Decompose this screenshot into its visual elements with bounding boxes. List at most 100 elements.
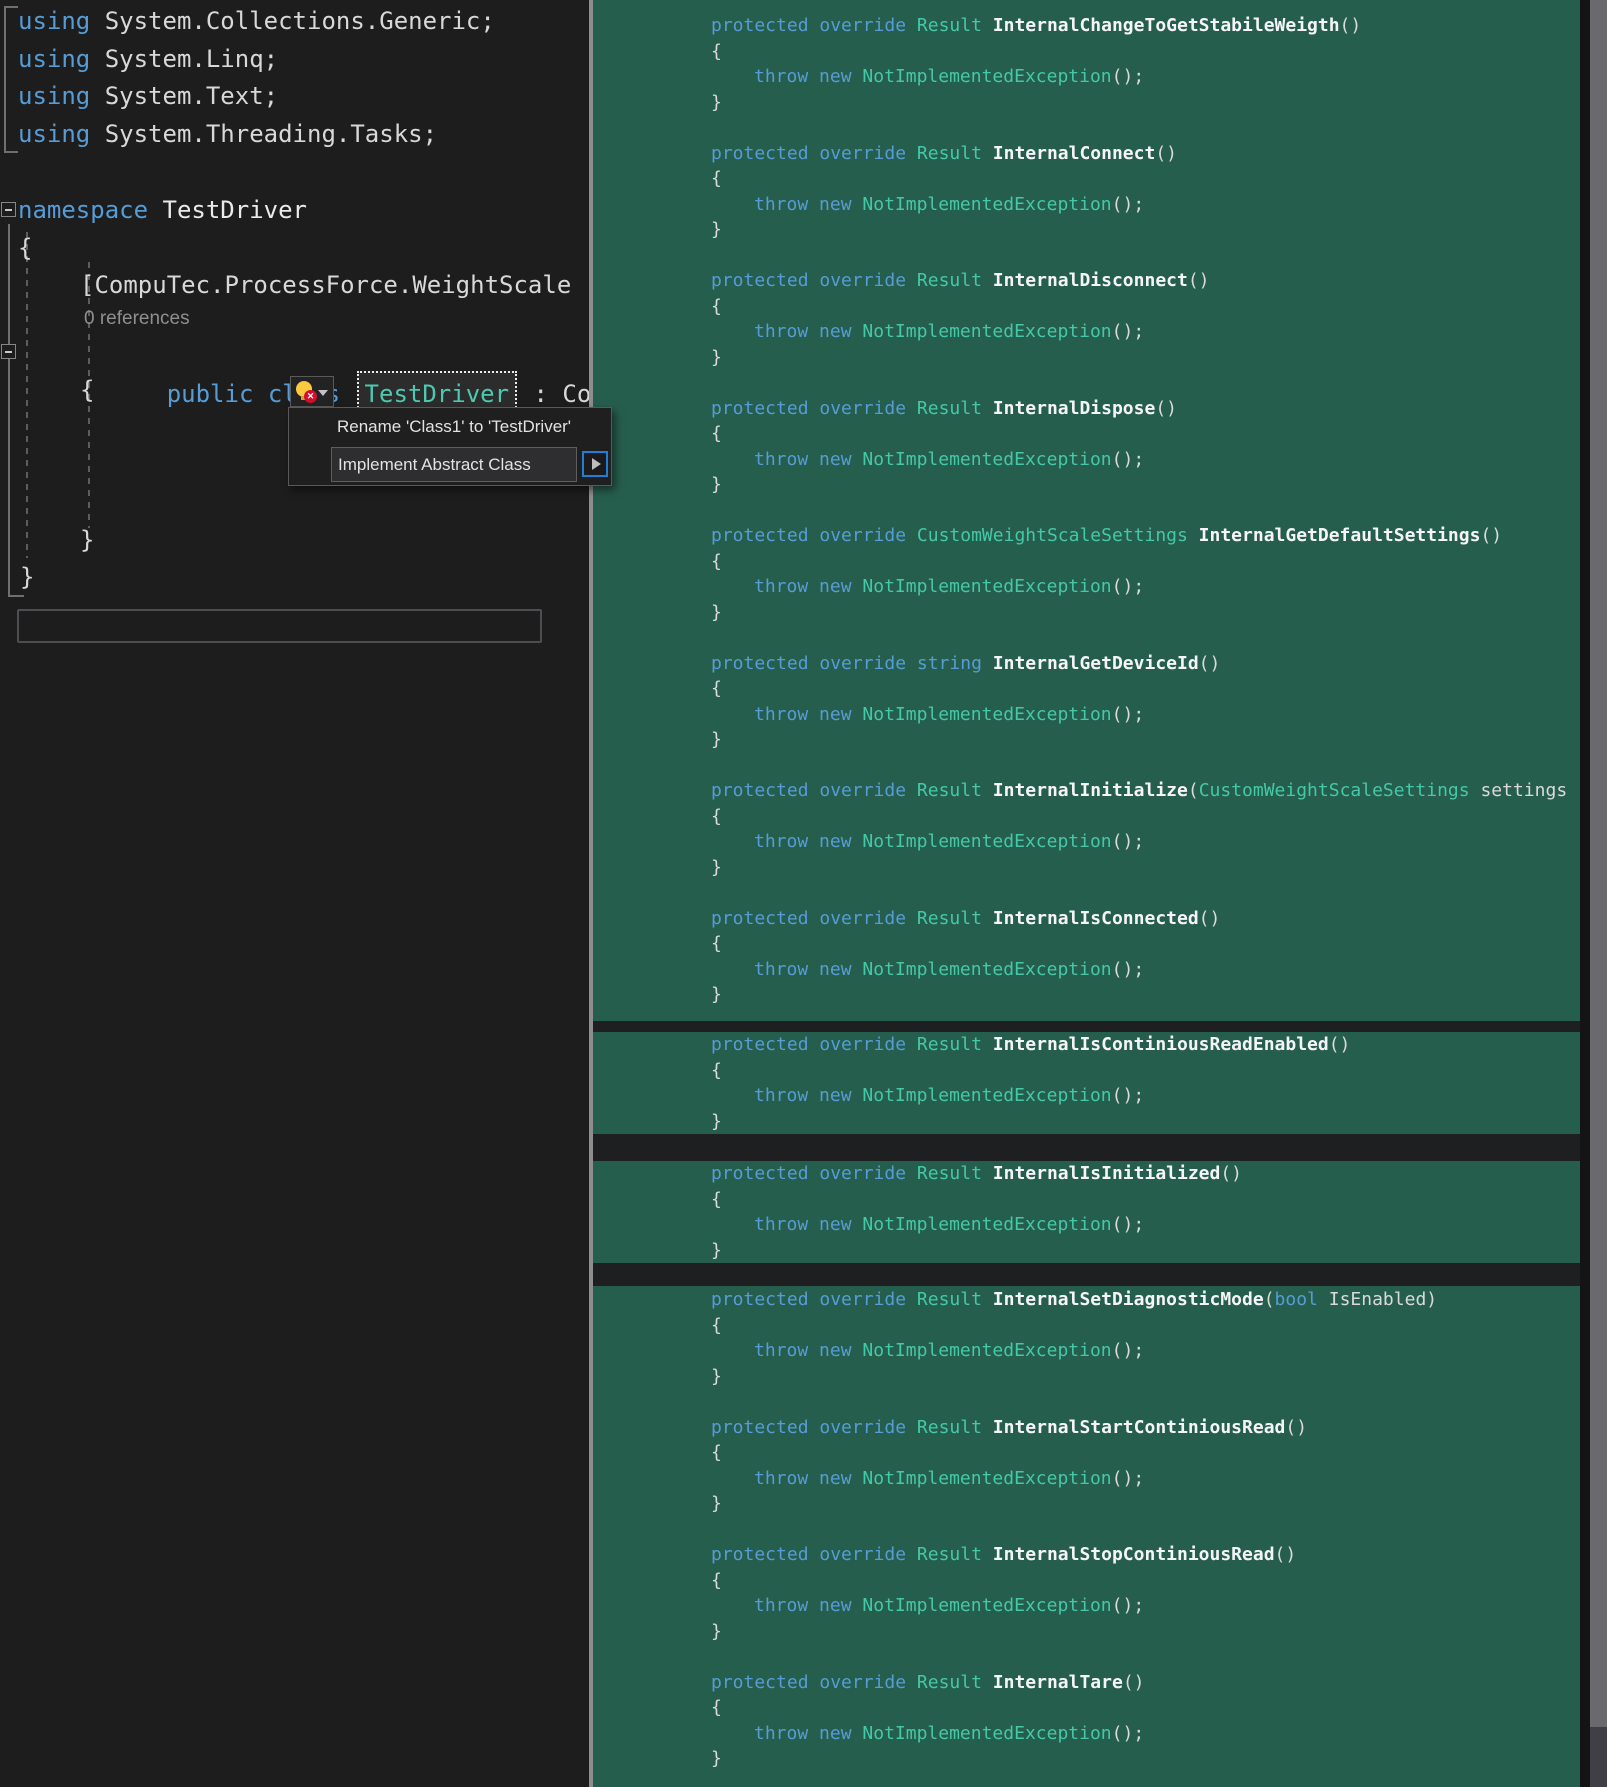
throw-statement-line: throw new NotImplementedException(); (593, 1083, 1580, 1109)
open-brace-line: { (593, 294, 1580, 320)
open-brace-line: { (593, 676, 1580, 702)
open-brace-line: { (593, 931, 1580, 957)
close-brace-line: } (593, 1109, 1580, 1135)
method-signature-line: protected override Result InternalDiscon… (593, 268, 1580, 294)
blank-line (593, 243, 1580, 269)
close-brace-line: } (593, 345, 1580, 371)
method-signature-line: protected override Result InternalSetDia… (593, 1287, 1580, 1313)
chevron-down-icon (318, 390, 328, 396)
class-name-identifier: TestDriver (365, 380, 510, 408)
open-brace-line: { (593, 1058, 1580, 1084)
preview-changes-pane: protected override Result InternalChange… (593, 0, 1580, 1787)
menu-item-implement-abstract-class[interactable]: Implement Abstract Class (289, 446, 611, 484)
throw-statement-line: throw new NotImplementedException(); (593, 319, 1580, 345)
open-brace-line: { (593, 549, 1580, 575)
throw-statement-line: throw new NotImplementedException(); (593, 192, 1580, 218)
method-signature-line: protected override Result InternalIsConn… (593, 906, 1580, 932)
preview-box-4: protected override Result InternalSetDia… (593, 1286, 1580, 1787)
horizontal-scrollbar[interactable] (17, 609, 542, 643)
code-line-attribute: [CompuTec.ProcessForce.WeightScale (80, 266, 571, 304)
method-signature-line: protected override Result InternalIsInit… (593, 1161, 1580, 1187)
fold-marker-namespace[interactable] (1, 202, 16, 217)
vertical-scrollbar-track[interactable] (1590, 0, 1607, 1787)
blank-line (593, 1008, 1580, 1022)
namespace-block-guide (8, 224, 10, 597)
quick-actions-lightbulb-button[interactable]: ✕ (290, 376, 334, 407)
close-brace-line: } (593, 90, 1580, 116)
blank-line (593, 1517, 1580, 1543)
code-line-using-4: using System.Threading.Tasks; (18, 115, 437, 153)
method-signature-line: protected override Result InternalStartC… (593, 1415, 1580, 1441)
open-brace-line: { (593, 421, 1580, 447)
code-line-class-close-brace: } (80, 521, 94, 559)
method-signature-line: protected override Result InternalInitia… (593, 778, 1580, 804)
close-brace-line: } (593, 1364, 1580, 1390)
throw-statement-line: throw new NotImplementedException(); (593, 1212, 1580, 1238)
code-editor-pane[interactable]: using System.Collections.Generic; using … (0, 0, 590, 1787)
method-signature-line: protected override Result InternalIsCont… (593, 1032, 1580, 1058)
indent-guide-level1 (26, 232, 28, 558)
error-badge-icon: ✕ (304, 390, 317, 403)
open-brace-line: { (593, 1187, 1580, 1213)
open-brace-line: { (593, 1313, 1580, 1339)
method-signature-line: protected override Result InternalDispos… (593, 396, 1580, 422)
close-brace-line: } (593, 1491, 1580, 1517)
method-signature-line: protected override CustomWeightScaleSett… (593, 523, 1580, 549)
throw-statement-line: throw new NotImplementedException(); (593, 574, 1580, 600)
method-signature-line: protected override Result InternalConnec… (593, 141, 1580, 167)
throw-statement-line: throw new NotImplementedException(); (593, 64, 1580, 90)
close-brace-line: } (593, 217, 1580, 243)
throw-statement-line: throw new NotImplementedException(); (593, 1466, 1580, 1492)
open-brace-line: { (593, 166, 1580, 192)
code-line-ns-close-brace: } (20, 558, 34, 596)
close-brace-line: } (593, 855, 1580, 881)
method-signature-line: protected override string InternalGetDev… (593, 651, 1580, 677)
throw-statement-line: throw new NotImplementedException(); (593, 957, 1580, 983)
open-brace-line: { (593, 804, 1580, 830)
open-brace-line: { (593, 1568, 1580, 1594)
preview-box-1: protected override Result InternalChange… (593, 0, 1580, 1021)
open-brace-line: { (593, 39, 1580, 65)
code-line-using-1: using System.Collections.Generic; (18, 2, 495, 40)
blank-line (593, 1389, 1580, 1415)
menu-item-highlight[interactable]: Implement Abstract Class (331, 447, 577, 482)
code-line-ns-open-brace: { (18, 229, 32, 267)
preview-box-2: protected override Result InternalIsCont… (593, 1032, 1580, 1134)
close-brace-line: } (593, 1746, 1580, 1772)
throw-statement-line: throw new NotImplementedException(); (593, 702, 1580, 728)
open-brace-line: { (593, 1695, 1580, 1721)
throw-statement-line: throw new NotImplementedException(); (593, 447, 1580, 473)
method-signature-line: protected override Result InternalTare() (593, 1670, 1580, 1696)
close-brace-line: } (593, 727, 1580, 753)
throw-statement-line: throw new NotImplementedException(); (593, 829, 1580, 855)
vertical-scrollbar-thumb[interactable] (1590, 0, 1607, 1727)
quick-actions-menu: Rename 'Class1' to 'TestDriver' Implemen… (288, 407, 612, 486)
blank-line (593, 370, 1580, 396)
preview-right-margin (1580, 0, 1590, 1787)
blank-line (593, 880, 1580, 906)
blank-line (593, 498, 1580, 524)
fold-marker-class[interactable] (1, 344, 16, 359)
using-block-guide-foot-bottom (4, 151, 18, 153)
blank-line (593, 625, 1580, 651)
preview-box-3: protected override Result InternalIsInit… (593, 1161, 1580, 1263)
close-brace-line: } (593, 600, 1580, 626)
close-brace-line: } (593, 1619, 1580, 1645)
codelens-references[interactable]: 0 references (84, 308, 190, 330)
menu-item-rename[interactable]: Rename 'Class1' to 'TestDriver' (289, 408, 611, 446)
throw-statement-line: throw new NotImplementedException(); (593, 1338, 1580, 1364)
throw-statement-line: throw new NotImplementedException(); (593, 1721, 1580, 1747)
throw-statement-line: throw new NotImplementedException(); (593, 1593, 1580, 1619)
using-block-guide-foot-top (4, 6, 18, 8)
submenu-expand-arrow-icon[interactable] (582, 451, 608, 477)
open-brace-line: { (593, 1440, 1580, 1466)
close-brace-line: } (593, 472, 1580, 498)
blank-line (593, 115, 1580, 141)
code-line-class-open-brace: { (80, 371, 94, 409)
blank-line (593, 1644, 1580, 1670)
close-brace-line: } (593, 1238, 1580, 1264)
using-block-guide (4, 6, 6, 153)
code-line-using-2: using System.Linq; (18, 40, 278, 78)
code-line-namespace: namespace TestDriver (18, 191, 307, 229)
code-line-using-3: using System.Text; (18, 77, 278, 115)
